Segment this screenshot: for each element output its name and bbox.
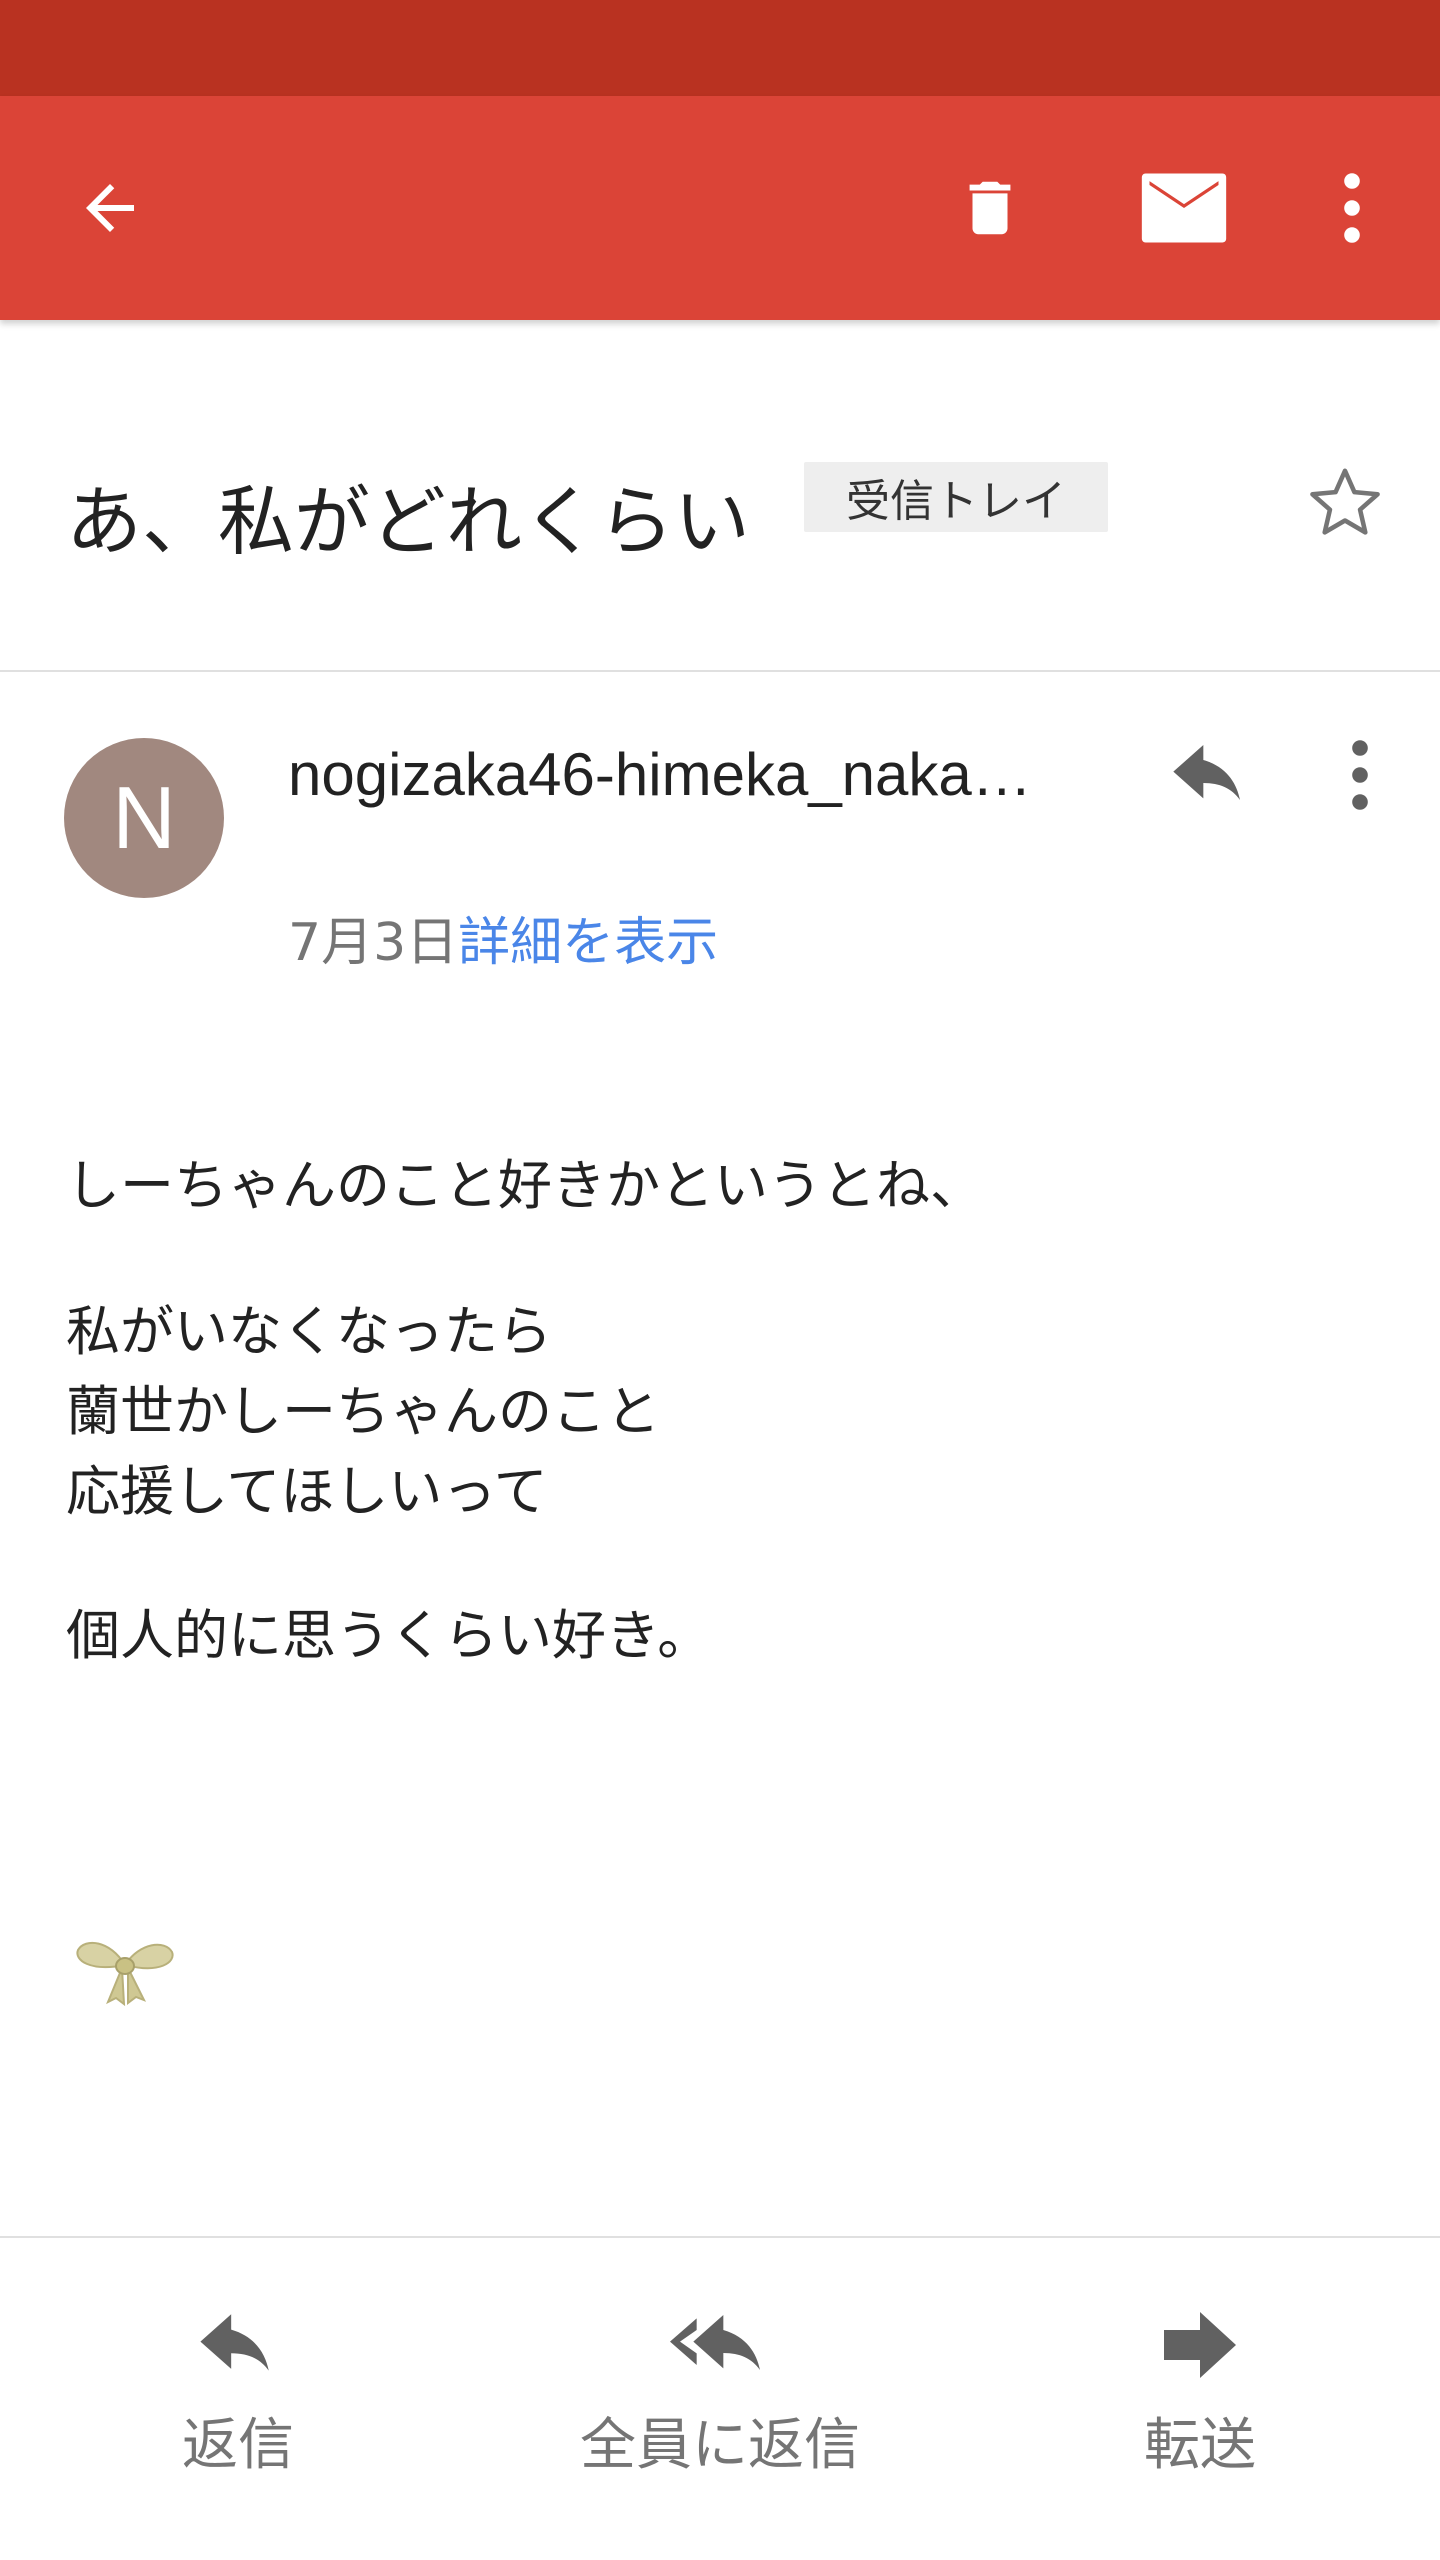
more-vert-icon — [1344, 173, 1360, 243]
app-bar — [0, 96, 1440, 320]
message-meta: 7月3日詳細を表示 — [288, 900, 718, 975]
footer-actions: 返信 全員に返信 転送 — [0, 2240, 1440, 2560]
body-line: 個人的に思うくらい好き。 — [66, 1604, 712, 1667]
arrow-back-icon — [86, 184, 134, 232]
message-more-button[interactable] — [1300, 720, 1420, 830]
trash-icon — [969, 181, 1011, 235]
subject-header: あ、私がどれくらい 受信トレイ — [0, 320, 1440, 672]
reply-all-icon — [670, 2315, 760, 2370]
delete-button[interactable] — [930, 148, 1050, 268]
star-button[interactable] — [1290, 448, 1400, 558]
body-line: しーちゃんのこと好きかというとね、 — [66, 1154, 984, 1217]
sender-avatar[interactable]: N — [64, 738, 224, 898]
subject-divider — [0, 670, 1440, 672]
more-vert-icon — [1352, 740, 1368, 810]
email-subject: あ、私がどれくらい — [66, 477, 750, 566]
body-line: 応援してほしいって — [66, 1460, 548, 1523]
inbox-label-chip[interactable]: 受信トレイ — [804, 462, 1108, 532]
mark-unread-button[interactable] — [1124, 148, 1244, 268]
sender-name[interactable]: nogizaka46-himeka_naka… — [288, 740, 1068, 809]
reply-button[interactable] — [1150, 720, 1270, 830]
ribbon-bow-image — [76, 1942, 174, 2007]
mail-icon — [1141, 173, 1227, 243]
body-line: 蘭世かしーちゃんのこと — [66, 1380, 660, 1443]
reply-icon — [1173, 745, 1240, 800]
status-bar — [0, 0, 1440, 96]
footer-reply-label: 返信 — [182, 2413, 294, 2478]
show-details-link[interactable]: 詳細を表示 — [458, 913, 718, 973]
reply-icon — [200, 2314, 269, 2371]
footer-forward-button[interactable]: 転送 — [1000, 2300, 1400, 2500]
forward-icon — [1164, 2312, 1236, 2378]
footer-reply-all-button[interactable]: 全員に返信 — [520, 2300, 920, 2500]
message-date: 7月3日 — [288, 913, 459, 973]
body-line: 私がいなくなったら — [66, 1300, 552, 1363]
star-outline-icon — [1310, 468, 1380, 535]
footer-reply-all-label: 全員に返信 — [580, 2413, 860, 2478]
footer-divider — [0, 2236, 1440, 2238]
footer-reply-button[interactable]: 返信 — [38, 2300, 438, 2500]
overflow-menu-button[interactable] — [1292, 148, 1412, 268]
footer-forward-label: 転送 — [1144, 2413, 1256, 2478]
back-button[interactable] — [50, 148, 170, 268]
